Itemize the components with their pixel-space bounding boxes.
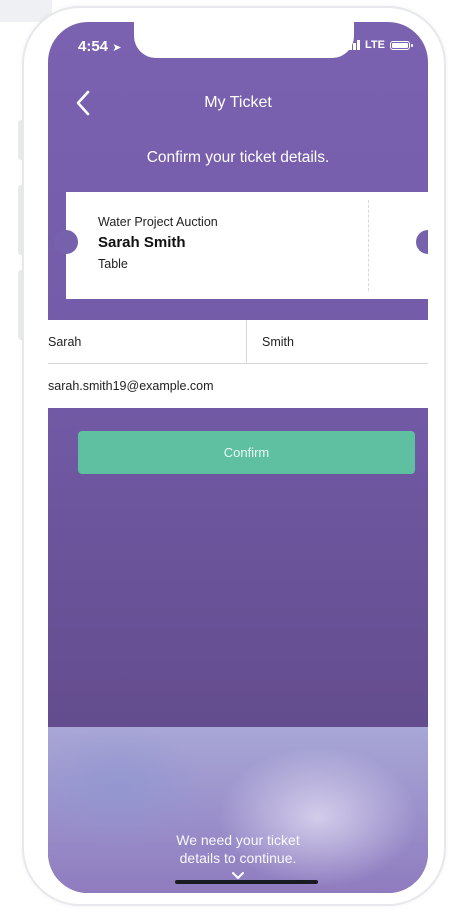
confirm-button[interactable]: Confirm — [78, 431, 415, 474]
home-indicator[interactable] — [175, 880, 318, 884]
email-input[interactable] — [48, 364, 428, 408]
bottom-message: We need your ticket details to continue. — [48, 831, 428, 867]
status-time-text: 4:54 — [78, 38, 109, 55]
last-name-input[interactable] — [262, 320, 428, 363]
bottom-info-panel: We need your ticket details to continue. — [48, 727, 428, 893]
ticket-card: Water Project Auction Sarah Smith Table — [54, 192, 428, 299]
ticket-perforation — [368, 200, 369, 291]
signal-icon — [345, 40, 361, 50]
ticket-event-name: Water Project Auction — [98, 215, 218, 229]
header: My Ticket — [48, 82, 428, 126]
network-label: LTE — [365, 39, 385, 51]
instruction-text: Confirm your ticket details. — [146, 149, 330, 166]
page-title: My Ticket — [204, 94, 272, 111]
bottom-message-line-1: We need your ticket — [176, 832, 300, 848]
bottom-message-line-2: details to continue. — [179, 850, 297, 866]
battery-icon — [390, 40, 413, 50]
location-arrow-icon: ➤ — [112, 42, 122, 54]
ticket-notch-right — [416, 230, 428, 254]
field-divider — [246, 320, 247, 364]
status-indicators: LTE — [345, 39, 413, 51]
ticket-details-form — [48, 320, 428, 408]
chevron-down-icon[interactable] — [231, 871, 245, 880]
name-row — [48, 320, 428, 364]
ticket-notch-left — [54, 230, 78, 254]
ticket-type: Table — [98, 257, 128, 271]
app-screen: 4:54 ➤ LTE My Ticket Confirm your ticket… — [48, 22, 428, 893]
phone-notch — [134, 22, 354, 58]
ticket-holder-name: Sarah Smith — [98, 234, 186, 251]
first-name-input[interactable] — [48, 320, 246, 363]
status-time: 4:54 ➤ — [78, 38, 121, 55]
